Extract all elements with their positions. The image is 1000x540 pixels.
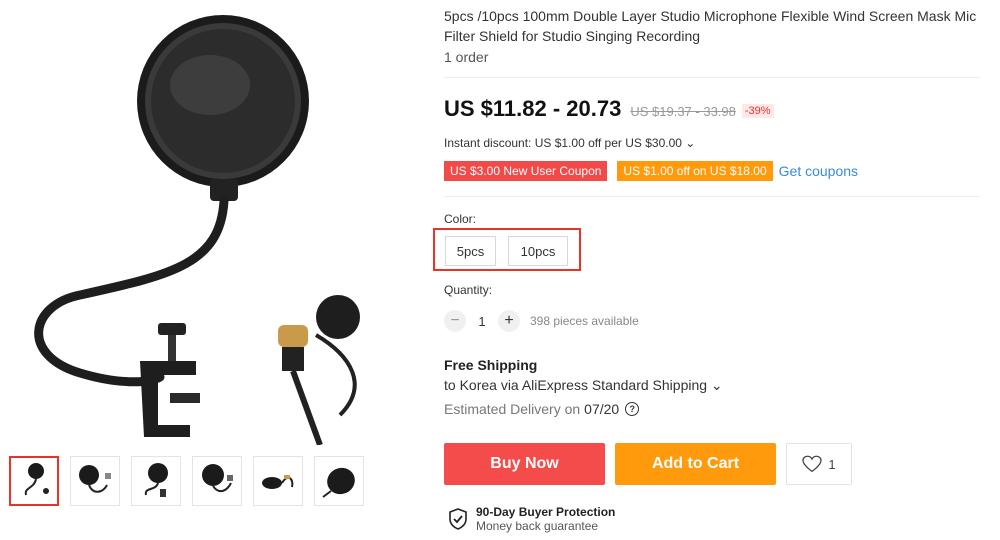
product-title: 5pcs /10pcs 100mm Double Layer Studio Mi… [444, 8, 977, 44]
buyer-protection: 90-Day Buyer Protection Money back guara… [448, 505, 615, 533]
shield-check-icon [449, 508, 467, 530]
discount-badge: -39% [741, 104, 774, 118]
order-count: 1 order [444, 49, 489, 65]
thumbnail-4[interactable] [192, 456, 242, 506]
pieces-available: 398 pieces available [530, 314, 639, 328]
protection-title: 90-Day Buyer Protection [476, 505, 616, 519]
buy-now-button[interactable]: Buy Now [444, 443, 605, 485]
quantity-label: Quantity: [444, 283, 493, 297]
get-coupons-link[interactable]: Get coupons [779, 163, 858, 179]
thumbnail-1[interactable] [9, 456, 59, 506]
coupon-new-user[interactable]: US $3.00 New User Coupon [444, 161, 608, 181]
color-label: Color: [444, 212, 477, 226]
coupon-store[interactable]: US $1.00 off on US $18.00 [617, 161, 773, 181]
color-option-10pcs[interactable]: 10pcs [508, 236, 568, 266]
divider [444, 77, 980, 78]
wishlist-button[interactable]: 1 [786, 443, 852, 485]
thumbnail-3[interactable] [131, 456, 181, 506]
original-price: US $19.37 - 33.98 [630, 104, 736, 119]
shipping-destination[interactable]: to Korea via AliExpress Standard Shippin… [444, 377, 723, 394]
current-price: US $11.82 - 20.73 [444, 96, 622, 121]
thumbnail-5[interactable] [253, 456, 303, 506]
help-icon[interactable]: ? [625, 402, 640, 416]
product-main-image[interactable] [20, 5, 390, 445]
delivery-date: 07/20 [584, 401, 620, 417]
instant-discount[interactable]: Instant discount: US $1.00 off per US $3… [444, 136, 695, 150]
coupon-row: US $3.00 New User Coupon US $1.00 off on… [444, 161, 858, 181]
product-gallery [0, 0, 420, 540]
thumbnail-2[interactable] [70, 456, 120, 506]
quantity-stepper: − 1 + 398 pieces available [444, 310, 639, 332]
thumbnail-6[interactable] [314, 456, 364, 506]
wishlist-count: 1 [828, 456, 836, 472]
price-row: US $11.82 - 20.73 US $19.37 - 33.98 -39% [444, 96, 774, 122]
estimated-delivery: Estimated Delivery on 07/20 ? [444, 401, 640, 417]
quantity-minus-button[interactable]: − [444, 310, 466, 332]
thumbnail-strip [9, 456, 364, 506]
color-option-5pcs[interactable]: 5pcs [445, 236, 496, 266]
delivery-label: Estimated Delivery on [444, 401, 581, 417]
protection-subtitle: Money back guarantee [476, 519, 599, 533]
shipping-title: Free Shipping [444, 357, 538, 373]
add-to-cart-button[interactable]: Add to Cart [615, 443, 776, 485]
heart-icon [802, 455, 823, 473]
quantity-value[interactable]: 1 [466, 314, 498, 329]
divider [444, 196, 980, 197]
quantity-plus-button[interactable]: + [498, 310, 520, 332]
